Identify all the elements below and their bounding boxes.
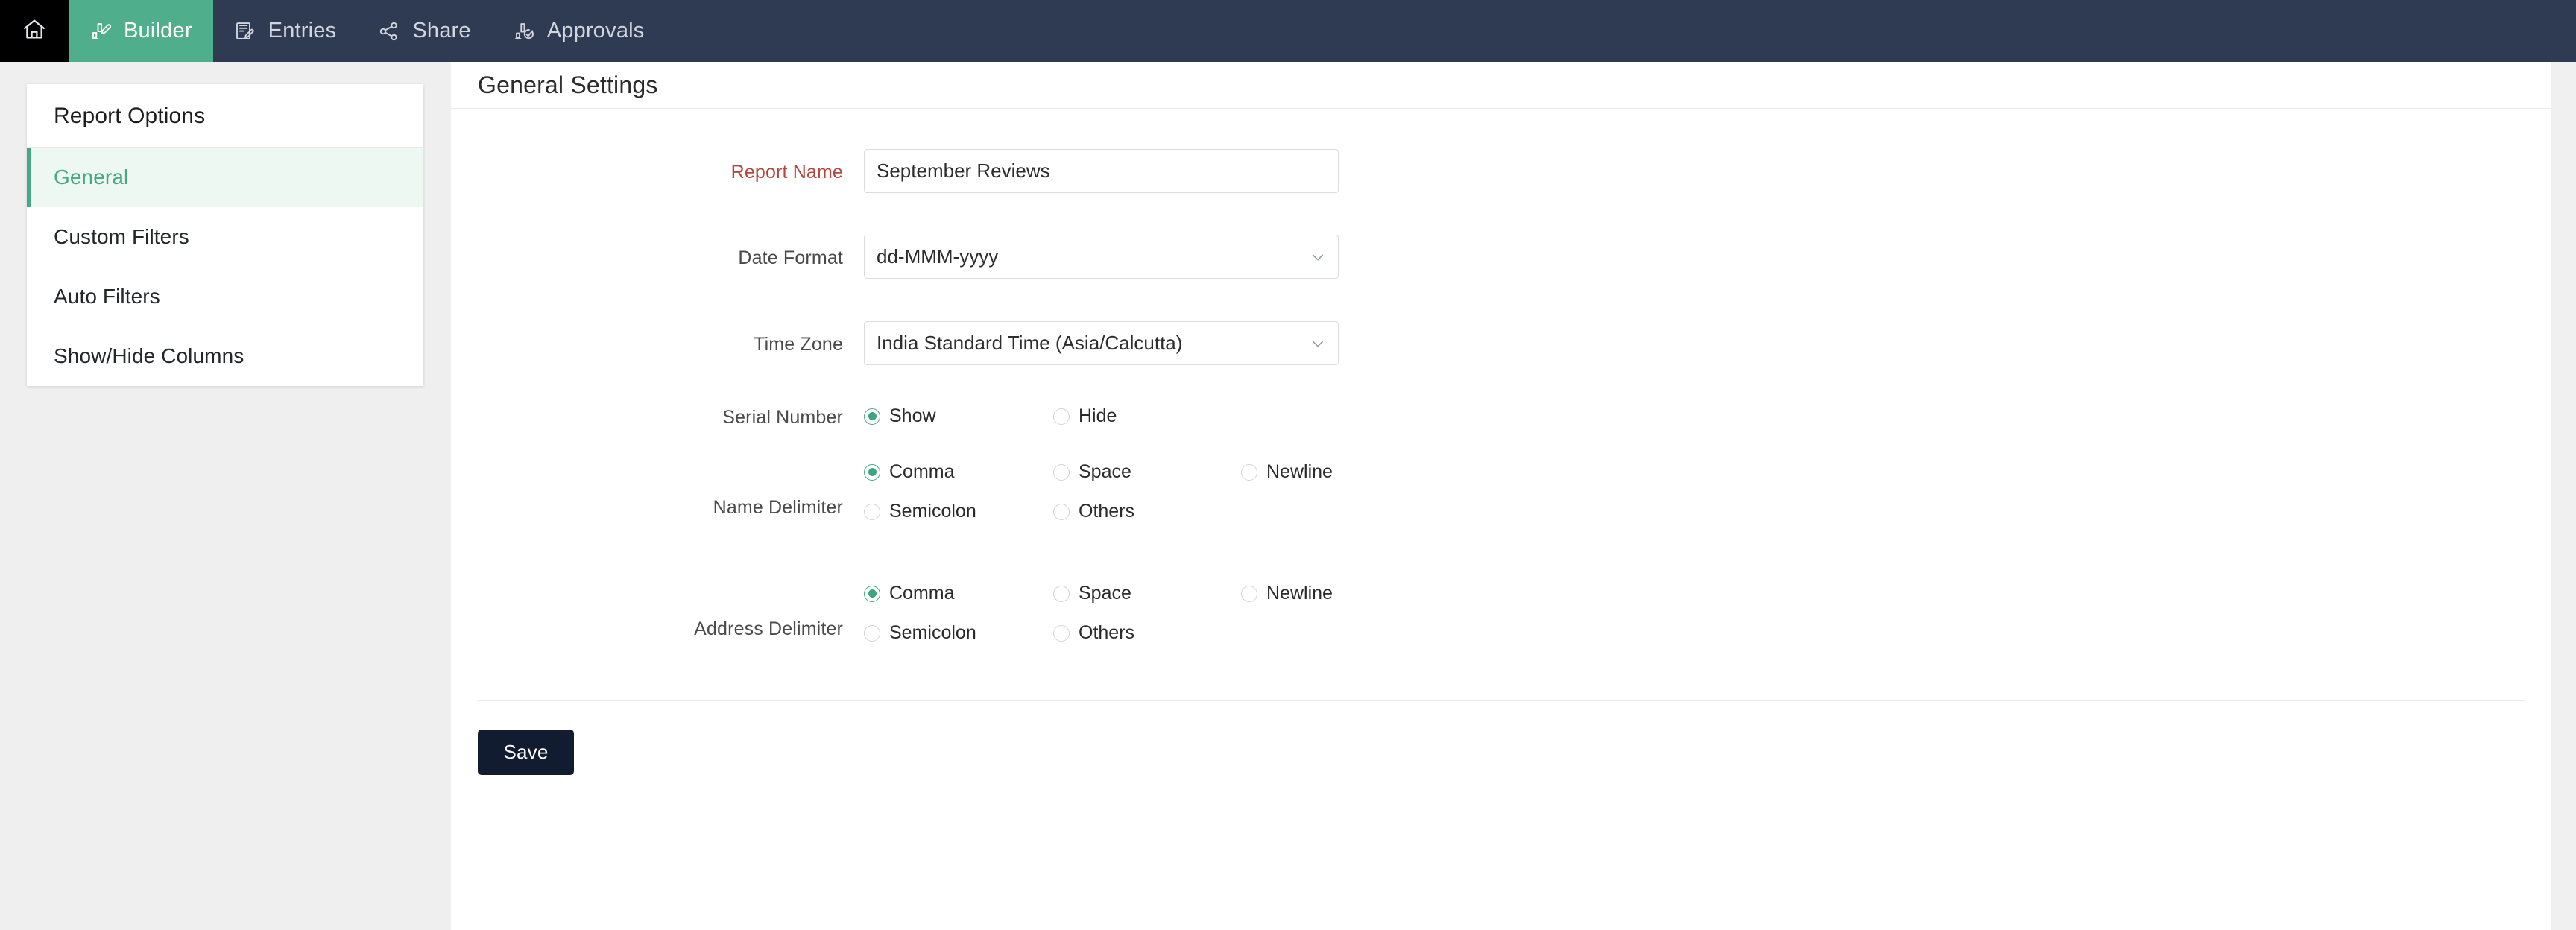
address-delimiter-option-space-label: Space bbox=[1079, 583, 1131, 604]
address-delimiter-option-newline-label: Newline bbox=[1266, 583, 1333, 604]
home-icon bbox=[22, 16, 47, 45]
page-title: General Settings bbox=[478, 71, 658, 98]
name-delimiter-option-newline-label: Newline bbox=[1266, 461, 1333, 482]
time-zone-value: India Standard Time (Asia/Calcutta) bbox=[877, 332, 1183, 354]
date-format-value: dd-MMM-yyyy bbox=[877, 245, 999, 268]
top-navigation-bar: Builder Entries Share Approvals bbox=[0, 0, 2576, 62]
serial-number-option-hide-label: Hide bbox=[1079, 405, 1117, 426]
radio-dot[interactable] bbox=[864, 503, 880, 520]
form-row-report-name: Report Name bbox=[451, 149, 2551, 193]
left-column: Report Options General Custom Filters Au… bbox=[0, 62, 450, 930]
sidebar-item-show-hide-columns[interactable]: Show/Hide Columns bbox=[27, 326, 423, 386]
chevron-down-icon bbox=[1310, 249, 1326, 265]
name-delimiter-option-space[interactable]: Space bbox=[1053, 461, 1241, 483]
sidebar-item-auto-filters[interactable]: Auto Filters bbox=[27, 267, 423, 326]
sidebar-item-show-hide-columns-label: Show/Hide Columns bbox=[54, 344, 244, 367]
name-delimiter-option-semicolon[interactable]: Semicolon bbox=[864, 501, 1053, 522]
radio-dot-selected[interactable] bbox=[864, 585, 880, 602]
serial-number-option-show[interactable]: Show bbox=[864, 405, 1053, 427]
serial-number-label: Serial Number bbox=[722, 407, 843, 428]
radio-dot[interactable] bbox=[864, 624, 880, 642]
address-delimiter-option-semicolon-label: Semicolon bbox=[889, 622, 976, 643]
save-button[interactable]: Save bbox=[478, 730, 574, 775]
name-delimiter-option-space-label: Space bbox=[1079, 461, 1131, 482]
radio-dot[interactable] bbox=[1053, 585, 1070, 602]
serial-number-option-hide[interactable]: Hide bbox=[1053, 405, 1117, 427]
nav-tab-share-label: Share bbox=[412, 19, 471, 42]
radio-dot-selected[interactable] bbox=[864, 464, 880, 481]
nav-tab-builder-label: Builder bbox=[124, 19, 192, 42]
address-delimiter-option-comma-label: Comma bbox=[889, 583, 955, 604]
nav-tab-entries[interactable]: Entries bbox=[213, 0, 358, 62]
name-delimiter-option-newline[interactable]: Newline bbox=[1241, 461, 1333, 483]
address-delimiter-option-others[interactable]: Others bbox=[1053, 622, 1241, 644]
report-options-card: Report Options General Custom Filters Au… bbox=[27, 84, 423, 386]
nav-tab-approvals[interactable]: Approvals bbox=[492, 0, 666, 62]
entries-document-pencil-icon bbox=[234, 20, 256, 42]
date-format-label: Date Format bbox=[738, 247, 843, 268]
radio-dot[interactable] bbox=[1053, 624, 1070, 642]
time-zone-label: Time Zone bbox=[754, 334, 843, 355]
builder-chart-pencil-icon bbox=[89, 20, 112, 42]
form-row-time-zone: Time Zone India Standard Time (Asia/Calc… bbox=[451, 321, 2551, 365]
address-delimiter-option-space[interactable]: Space bbox=[1053, 583, 1241, 604]
sidebar-item-general-label: General bbox=[54, 165, 129, 189]
radio-dot[interactable] bbox=[1053, 503, 1070, 520]
address-delimiter-label: Address Delimiter bbox=[694, 619, 843, 639]
name-delimiter-option-others[interactable]: Others bbox=[1053, 501, 1241, 522]
name-delimiter-label: Name Delimiter bbox=[713, 497, 843, 518]
radio-dot-selected[interactable] bbox=[864, 408, 880, 425]
report-name-input[interactable] bbox=[864, 149, 1339, 193]
report-name-label: Report Name bbox=[730, 162, 843, 183]
name-delimiter-radio-group: Comma Space Newline Semicolon Others bbox=[864, 461, 2551, 522]
form-row-address-delimiter: Address Delimiter Comma Space Newline Se… bbox=[451, 583, 2551, 644]
nav-tab-builder[interactable]: Builder bbox=[69, 0, 213, 62]
address-delimiter-option-others-label: Others bbox=[1079, 622, 1135, 643]
address-delimiter-radio-group: Comma Space Newline Semicolon Others bbox=[864, 583, 2551, 644]
radio-dot[interactable] bbox=[1053, 408, 1070, 425]
radio-dot[interactable] bbox=[1053, 464, 1070, 481]
nav-tab-approvals-label: Approvals bbox=[546, 19, 645, 42]
chevron-down-icon bbox=[1310, 335, 1326, 352]
approvals-chart-check-icon bbox=[513, 20, 535, 42]
report-options-title: Report Options bbox=[27, 84, 423, 148]
sidebar-item-custom-filters-label: Custom Filters bbox=[54, 225, 189, 248]
name-delimiter-option-comma[interactable]: Comma bbox=[864, 461, 1053, 483]
nav-tab-entries-label: Entries bbox=[268, 19, 337, 42]
general-settings-panel: General Settings Report Name Date Format… bbox=[451, 62, 2551, 930]
home-button[interactable] bbox=[0, 0, 69, 62]
form-row-date-format: Date Format dd-MMM-yyyy bbox=[451, 235, 2551, 279]
time-zone-select[interactable]: India Standard Time (Asia/Calcutta) bbox=[864, 321, 1339, 365]
name-delimiter-option-others-label: Others bbox=[1079, 501, 1135, 522]
report-options-list: General Custom Filters Auto Filters Show… bbox=[27, 148, 423, 386]
date-format-select[interactable]: dd-MMM-yyyy bbox=[864, 235, 1339, 279]
address-delimiter-option-semicolon[interactable]: Semicolon bbox=[864, 622, 1053, 644]
address-delimiter-option-comma[interactable]: Comma bbox=[864, 583, 1053, 604]
serial-number-radio-group: Show Hide bbox=[864, 405, 2551, 427]
general-settings-form: Report Name Date Format dd-MMM-yyyy Time… bbox=[451, 109, 2551, 775]
form-row-name-delimiter: Name Delimiter Comma Space Newline Semic… bbox=[451, 461, 2551, 522]
form-actions: Save bbox=[451, 701, 2551, 775]
name-delimiter-option-semicolon-label: Semicolon bbox=[889, 501, 976, 522]
form-row-serial-number: Serial Number Show Hide bbox=[451, 405, 2551, 427]
sidebar-item-custom-filters[interactable]: Custom Filters bbox=[27, 207, 423, 267]
sidebar-item-general[interactable]: General bbox=[27, 148, 423, 207]
share-nodes-icon bbox=[378, 20, 400, 42]
address-delimiter-option-newline[interactable]: Newline bbox=[1241, 583, 1333, 604]
serial-number-option-show-label: Show bbox=[889, 405, 936, 426]
name-delimiter-option-comma-label: Comma bbox=[889, 461, 955, 482]
nav-tab-share[interactable]: Share bbox=[357, 0, 491, 62]
radio-dot[interactable] bbox=[1241, 585, 1257, 602]
radio-dot[interactable] bbox=[1241, 464, 1257, 481]
sidebar-item-auto-filters-label: Auto Filters bbox=[54, 285, 160, 308]
panel-header: General Settings bbox=[451, 62, 2551, 109]
